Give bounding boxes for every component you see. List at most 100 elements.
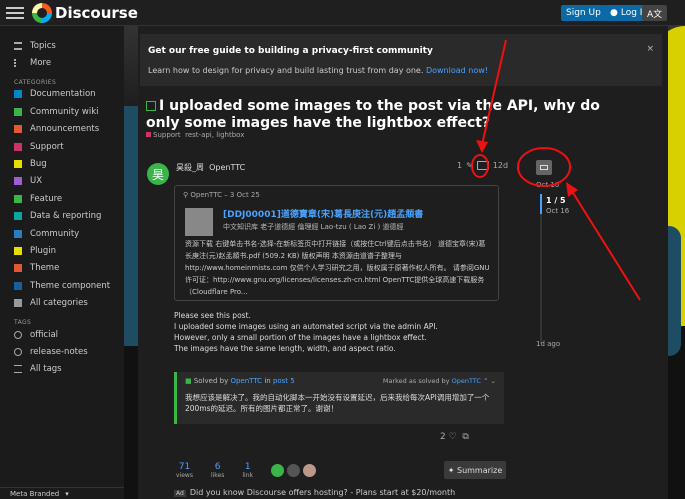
summarize-button[interactable]: ✦ Summarize [444, 461, 506, 479]
post-link[interactable]: post 5 [273, 377, 295, 385]
topics-icon [14, 41, 22, 50]
solved-by: ■ Solved by OpenTTC in post 5 [185, 377, 295, 385]
category-color-icon [14, 107, 22, 116]
sidebar-item-topics[interactable]: Topics [0, 37, 124, 54]
participant-avatars[interactable] [271, 462, 316, 479]
sign-up-button[interactable]: Sign Up [561, 5, 606, 21]
sidebar-item-category[interactable]: Bug [0, 155, 124, 172]
topic-title[interactable]: I uploaded some images to the post via t… [146, 98, 616, 132]
timeline-start[interactable]: Oct 16 [536, 181, 559, 189]
sidebar-item-category[interactable]: Documentation [0, 86, 124, 103]
post-author[interactable]: 昊殺_周 OpenTTC [176, 162, 245, 173]
category-color-icon [14, 246, 22, 255]
post-actions: 2 ♡ ⧉ [440, 432, 469, 442]
chevron-down-icon[interactable]: ⌄ [491, 377, 496, 385]
category-color-icon [14, 194, 22, 203]
more-icon [14, 59, 22, 68]
category-color-icon [14, 229, 22, 238]
sidebar-item-category[interactable]: Support [0, 138, 124, 155]
category-badge-icon [146, 132, 151, 137]
link-preview[interactable]: ⚲ OpenTTC – 3 Oct 25 [DDJ00001]道德寶章(宋)葛長… [174, 185, 499, 301]
category-color-icon [14, 142, 22, 151]
banner-title: Get our free guide to building a privacy… [148, 46, 433, 56]
lightbox-icon[interactable] [476, 161, 489, 170]
likes-stat: 6 likes [210, 462, 225, 479]
tag-icon [14, 330, 22, 339]
accepted-answer: ■ Solved by OpenTTC in post 5 Marked as … [174, 372, 504, 424]
solved-check-icon [146, 101, 156, 111]
categories-section-title[interactable]: CATEGORIES [0, 72, 124, 86]
topic-stats: 71 views 6 likes 1 link [176, 462, 316, 479]
solver-link[interactable]: OpenTTC [230, 377, 262, 385]
hamburger-icon[interactable] [6, 6, 24, 19]
list-icon [14, 365, 22, 374]
post-body: Please see this post. I uploaded some ima… [174, 311, 438, 353]
link-icon[interactable]: ⧉ [462, 432, 468, 442]
person-icon: ● [610, 8, 618, 18]
edit-count[interactable]: 1 [457, 161, 462, 170]
tag-icon [14, 347, 22, 356]
sidebar-item-category[interactable]: Plugin [0, 242, 124, 259]
pencil-icon[interactable]: ✎ [466, 161, 473, 170]
category-link[interactable]: Support [153, 131, 181, 139]
category-color-icon [14, 177, 22, 186]
tags-section-title[interactable]: TAGS [0, 312, 124, 326]
site-logo[interactable]: Discourse [32, 2, 138, 23]
banner-description: Learn how to design for privacy and buil… [148, 66, 488, 75]
sidebar-item-category[interactable]: Community wiki [0, 103, 124, 120]
category-color-icon [14, 160, 22, 169]
avatar[interactable] [287, 464, 300, 477]
category-color-icon [14, 299, 22, 308]
sparkle-icon: ✦ [447, 465, 457, 475]
post-meta: 1 ✎ 12d [457, 161, 508, 170]
sidebar: Topics More CATEGORIES Documentation Comm… [0, 26, 124, 499]
sidebar-item-release-notes[interactable]: release-notes [0, 343, 124, 360]
check-icon: ■ [185, 377, 192, 385]
category-color-icon [14, 212, 22, 221]
heart-icon[interactable]: ♡ [449, 432, 457, 442]
onebox-title[interactable]: [DDJ00001]道德寶章(宋)葛長庚注(元)趙孟頫書 [223, 207, 423, 220]
category-color-icon [14, 281, 22, 290]
post-age[interactable]: 12d [493, 161, 508, 170]
avatar[interactable] [303, 464, 316, 477]
onebox-source: ⚲ OpenTTC – 3 Oct 25 [183, 191, 260, 199]
theme-selector[interactable]: Meta Branded ▾ [0, 487, 124, 499]
sidebar-item-more[interactable]: More [0, 54, 124, 71]
sidebar-item-category[interactable]: Theme [0, 260, 124, 277]
topic-meta: Support rest-api, lightbox [146, 131, 244, 139]
close-icon[interactable]: × [646, 44, 654, 54]
lightbox-button[interactable] [536, 160, 552, 175]
solution-excerpt: 我想应该是解决了。我的自动化脚本一开始没有设置延迟，后来我给每次API调用增加了… [185, 393, 490, 413]
timeline-end[interactable]: 1d ago [536, 340, 560, 348]
discourse-logo-icon [32, 2, 52, 23]
ad-banner[interactable]: Ad Did you know Discourse offers hosting?… [174, 488, 455, 497]
sidebar-item-category[interactable]: All categories [0, 294, 124, 311]
sidebar-item-category[interactable]: Feature [0, 190, 124, 207]
timeline-date: Oct 16 [546, 207, 570, 215]
timeline-scroller[interactable] [540, 194, 542, 344]
chevron-down-icon: ▾ [65, 489, 69, 498]
sidebar-item-all-tags[interactable]: All tags [0, 361, 124, 378]
promo-banner: Get our free guide to building a privacy… [140, 34, 662, 86]
marked-by: Marked as solved by OpenTTC ⌃ ⌄ [382, 377, 496, 385]
sidebar-item-category[interactable]: Data & reporting [0, 208, 124, 225]
sidebar-item-category[interactable]: Community [0, 225, 124, 242]
sidebar-item-category[interactable]: Announcements [0, 121, 124, 138]
site-header: Discourse Sign Up ● Log In A文 [0, 0, 685, 26]
sidebar-item-category[interactable]: Theme component [0, 277, 124, 294]
avatar[interactable]: 昊 [147, 163, 169, 185]
timeline-position: 1 / 5 [546, 196, 566, 205]
language-button[interactable]: A文 [642, 5, 668, 21]
category-color-icon [14, 264, 22, 273]
onebox-category: 中文知识库 老子道德經 倫理經 Lao-tzu ( Lao Zi ) 道德經 [223, 223, 404, 231]
avatar[interactable] [271, 464, 284, 477]
links-stat: 1 link [242, 462, 253, 479]
sidebar-item-category[interactable]: UX [0, 173, 124, 190]
category-color-icon [14, 90, 22, 99]
preview-thumbnail [185, 208, 213, 236]
download-link[interactable]: Download now! [426, 66, 488, 75]
topic-tags[interactable]: rest-api, lightbox [185, 131, 244, 139]
sidebar-item-official[interactable]: official [0, 326, 124, 343]
category-color-icon [14, 125, 22, 134]
chevron-up-icon[interactable]: ⌃ [483, 377, 488, 385]
